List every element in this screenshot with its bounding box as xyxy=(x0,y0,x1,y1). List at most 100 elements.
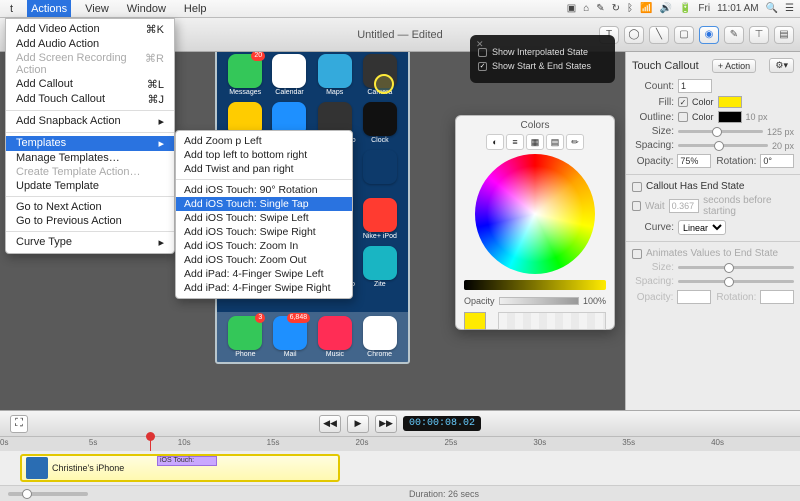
menu-item[interactable]: Add Snapback Action▸ xyxy=(6,114,174,129)
size-label: Size: xyxy=(632,126,674,137)
battery-icon[interactable]: 🔋 xyxy=(679,3,691,14)
submenu-item[interactable]: Add iOS Touch: Zoom In xyxy=(176,239,352,253)
ruler-tick: 35s xyxy=(622,438,635,447)
dock-app: Chrome xyxy=(363,316,397,358)
forward-button[interactable]: ▶▶ xyxy=(375,415,397,433)
playhead[interactable] xyxy=(150,437,151,451)
app-icon xyxy=(363,316,397,350)
screen-record-icon[interactable]: ▣ xyxy=(567,3,576,14)
separator xyxy=(6,231,174,232)
rotation-field[interactable]: 0° xyxy=(760,154,794,168)
menubar-item-window[interactable]: Window xyxy=(123,0,170,17)
submenu-item[interactable]: Add iPad: 4-Finger Swipe Right xyxy=(176,281,352,295)
phone-app: Clock xyxy=(360,102,400,144)
close-icon[interactable]: ✕ xyxy=(476,39,484,50)
evernote-icon[interactable]: ✎ xyxy=(596,3,604,14)
menu-item[interactable]: Templates▸ xyxy=(6,136,174,151)
color-sliders-tab[interactable]: ≡ xyxy=(506,134,524,150)
notification-icon[interactable]: ☰ xyxy=(785,3,794,14)
current-color-swatch[interactable] xyxy=(464,312,486,330)
app-label: Music xyxy=(326,351,344,358)
menubar-item-app[interactable]: t xyxy=(6,0,17,17)
color-wheel-tab[interactable]: ◐ xyxy=(486,134,504,150)
action-clip[interactable]: iOS Touch: xyxy=(157,456,217,466)
curve-select[interactable]: Linear xyxy=(678,220,726,235)
tool-shape-icon[interactable]: ◯ xyxy=(624,26,644,44)
menubar-item-actions[interactable]: Actions xyxy=(27,0,71,17)
menu-item[interactable]: Update Template xyxy=(6,179,174,193)
menubar-item-help[interactable]: Help xyxy=(180,0,211,17)
sync-icon[interactable]: ↻ xyxy=(612,3,620,14)
submenu-item[interactable]: Add iOS Touch: Zoom Out xyxy=(176,253,352,267)
endstate-checkbox[interactable] xyxy=(632,182,642,192)
submenu-item[interactable]: Add Twist and pan right xyxy=(176,162,352,176)
phone-app: Nike+ iPod xyxy=(360,198,400,240)
submenu-item[interactable]: Add Zoom p Left xyxy=(176,134,352,148)
menubar-item-view[interactable]: View xyxy=(81,0,113,17)
submenu-item[interactable]: Add iOS Touch: Single Tap xyxy=(176,197,352,211)
ruler-tick: 20s xyxy=(356,438,369,447)
wifi-icon[interactable]: 📶 xyxy=(640,3,652,14)
add-action-button[interactable]: + Action xyxy=(712,59,756,73)
app-label: Phone xyxy=(235,351,255,358)
opacity-slider[interactable] xyxy=(499,297,579,305)
submenu-item[interactable]: Add iOS Touch: Swipe Left xyxy=(176,211,352,225)
interpolated-label: Show Interpolated State xyxy=(492,47,588,57)
submenu-item[interactable]: Add iOS Touch: Swipe Right xyxy=(176,225,352,239)
tool-pencil-icon[interactable]: ✎ xyxy=(724,26,744,44)
dropbox-icon[interactable]: ⌂ xyxy=(583,3,589,14)
menu-item[interactable]: Add Video Action⌘K xyxy=(6,22,174,37)
play-button[interactable]: ▶ xyxy=(347,415,369,433)
menu-item[interactable]: Curve Type▸ xyxy=(6,235,174,250)
tool-ruler-icon[interactable]: ⊤ xyxy=(749,26,769,44)
tool-callout-icon[interactable]: ◉ xyxy=(699,26,719,44)
color-swatch-wells[interactable] xyxy=(498,312,606,330)
opacity-field[interactable]: 75% xyxy=(677,154,711,168)
submenu-item[interactable]: Add iPad: 4-Finger Swipe Left xyxy=(176,267,352,281)
menu-item[interactable]: Manage Templates… xyxy=(6,151,174,165)
menu-item[interactable]: Go to Next Action xyxy=(6,200,174,214)
tool-image-icon[interactable]: ▢ xyxy=(674,26,694,44)
tracks-area[interactable]: Christine's iPhone iOS Touch: xyxy=(0,451,800,485)
color-palette-tab[interactable]: ▦ xyxy=(526,134,544,150)
volume-icon[interactable]: 🔊 xyxy=(659,3,671,14)
count-field[interactable]: 1 xyxy=(678,79,712,93)
outline-label: Outline: xyxy=(632,112,674,123)
time-ruler[interactable]: 0s5s10s15s20s25s30s35s40s45s xyxy=(0,437,800,451)
color-picker-panel[interactable]: Colors ◐ ≡ ▦ ▤ ✏ Opacity 100% xyxy=(455,115,615,330)
state-hud[interactable]: ✕ Show Interpolated State ✓ Show Start &… xyxy=(470,35,615,83)
size-slider[interactable] xyxy=(678,130,763,133)
tool-properties-icon[interactable]: ▤ xyxy=(774,26,794,44)
menu-item[interactable]: Go to Previous Action xyxy=(6,214,174,228)
clip-label: Christine's iPhone xyxy=(52,463,124,473)
opacity-value: 100% xyxy=(583,296,606,306)
system-menubar: t Actions View Window Help ▣ ⌂ ✎ ↻ ᛒ 📶 🔊… xyxy=(0,0,800,18)
startend-checkbox[interactable]: ✓ xyxy=(478,62,487,71)
menu-item[interactable]: Add Callout⌘L xyxy=(6,77,174,92)
submenu-item[interactable]: Add iOS Touch: 90° Rotation xyxy=(176,183,352,197)
outline-checkbox[interactable] xyxy=(678,112,688,122)
color-spectrum-tab[interactable]: ▤ xyxy=(546,134,564,150)
color-crayons-tab[interactable]: ✏ xyxy=(566,134,584,150)
brightness-slider[interactable] xyxy=(464,280,606,290)
gear-icon[interactable]: ⚙▾ xyxy=(769,58,794,73)
wait-checkbox[interactable] xyxy=(632,201,641,211)
color-wheel[interactable] xyxy=(475,154,595,274)
video-clip[interactable]: Christine's iPhone iOS Touch: xyxy=(20,454,340,482)
touch-callout-marker[interactable] xyxy=(374,74,394,94)
fill-checkbox[interactable]: ✓ xyxy=(678,97,688,107)
submenu-item[interactable]: Add top left to bottom right xyxy=(176,148,352,162)
ruler-tick: 15s xyxy=(267,438,280,447)
rewind-button[interactable]: ◀◀ xyxy=(319,415,341,433)
outline-color-swatch[interactable] xyxy=(718,111,742,123)
ruler-tick: 30s xyxy=(533,438,546,447)
fill-color-swatch[interactable] xyxy=(718,96,742,108)
menu-item[interactable]: Add Touch Callout⌘J xyxy=(6,92,174,107)
crop-button[interactable]: ⛶ xyxy=(10,415,28,433)
menu-item[interactable]: Add Audio Action xyxy=(6,37,174,51)
tool-line-icon[interactable]: ╲ xyxy=(649,26,669,44)
bluetooth-icon[interactable]: ᛒ xyxy=(627,3,633,14)
zoom-slider[interactable] xyxy=(8,492,88,496)
spotlight-icon[interactable]: 🔍 xyxy=(766,3,778,14)
spacing-slider[interactable] xyxy=(678,144,768,147)
